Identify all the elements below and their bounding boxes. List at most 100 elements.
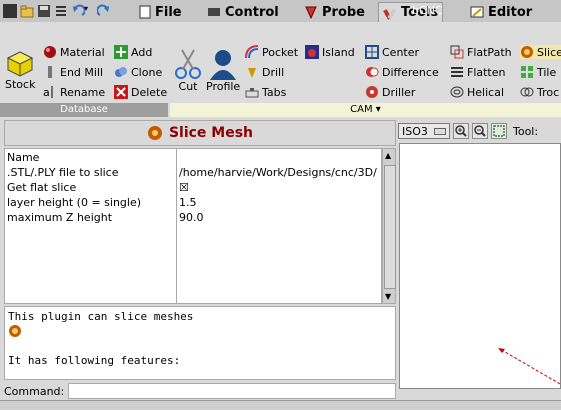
fit-view-button[interactable] [491, 123, 507, 139]
command-input[interactable] [68, 383, 396, 399]
properties-scrollbar[interactable]: ▲ ▼ [382, 148, 396, 304]
delete-icon [114, 85, 128, 99]
driller-icon [366, 86, 378, 98]
file-icon [139, 5, 151, 19]
table-row[interactable]: Get flat slice ☒ [5, 181, 381, 196]
open-folder-icon[interactable] [20, 4, 34, 18]
tab-editor[interactable]: Editor [466, 2, 536, 22]
rename-button[interactable]: a Rename [43, 85, 105, 100]
property-value[interactable]: 90.0 [179, 211, 379, 224]
zoom-in-icon [455, 125, 467, 137]
save-icon[interactable] [37, 4, 51, 18]
profile-label: Profile [206, 80, 241, 93]
redo-icon[interactable] [96, 4, 111, 18]
tab-label: Probe [322, 4, 365, 20]
property-value[interactable]: 1.5 [179, 196, 379, 209]
center-icon [365, 45, 379, 59]
stock-button[interactable]: Stock [5, 48, 35, 91]
property-value[interactable]: /home/harvie/Work/Designs/cnc/3D/ [179, 166, 379, 179]
gcode-canvas[interactable] [399, 143, 561, 389]
add-label: Add [131, 45, 153, 59]
table-row[interactable]: layer height (0 = single) 1.5 [5, 196, 381, 211]
table-row[interactable]: Name [5, 151, 381, 166]
cam-group-label[interactable]: CAM ▾ [170, 103, 561, 117]
stock-icon [7, 51, 34, 77]
pocket-button[interactable]: Pocket [245, 45, 298, 59]
probe-icon [305, 6, 317, 19]
cut-button[interactable]: Cut [174, 48, 202, 93]
clone-button[interactable]: Clone [114, 65, 162, 79]
tools-icon [383, 8, 396, 20]
command-label: Command: [4, 384, 65, 398]
trochoidal-label: Troc [537, 85, 560, 99]
plugin-header: Slice Mesh [4, 120, 396, 146]
driller-button[interactable]: Driller [365, 85, 415, 99]
tab-probe[interactable]: Probe [300, 2, 369, 22]
scroll-down-icon[interactable]: ▼ [385, 292, 391, 301]
flatten-label: Flatten [467, 65, 506, 79]
trochoidal-button[interactable]: Troc [520, 85, 559, 99]
slice-button[interactable]: Slice [520, 45, 561, 59]
scissors-icon [175, 49, 201, 79]
difference-button[interactable]: Difference [365, 65, 439, 79]
plugin-title: Slice Mesh [168, 125, 254, 141]
scroll-thumb[interactable] [384, 165, 396, 289]
end-mill-label: End Mill [60, 65, 104, 79]
profile-button[interactable]: Profile [206, 48, 240, 93]
view-value: ISO3 [402, 124, 428, 138]
description-line: It has following features: [8, 354, 181, 367]
tabs-button[interactable]: Tabs [245, 85, 286, 99]
helical-button[interactable]: Helical [450, 85, 504, 99]
fit-view-icon [493, 125, 505, 137]
end-mill-icon [48, 66, 52, 78]
island-button[interactable]: Island [305, 45, 355, 59]
flatten-button[interactable]: Flatten [450, 65, 506, 79]
add-button[interactable]: Add [114, 45, 152, 59]
flatpath-button[interactable]: FlatPath [450, 45, 512, 59]
end-mill-button[interactable]: End Mill [43, 65, 103, 79]
list-icon[interactable] [54, 4, 68, 18]
delete-button[interactable]: Delete [114, 85, 167, 99]
window-title: bCNC [412, 4, 443, 17]
pocket-label: Pocket [262, 45, 299, 59]
tab-label: Editor [488, 4, 533, 20]
property-checkbox[interactable]: ☒ [179, 181, 379, 194]
ribbon: Stock Material End Mill a Rename Add Clo… [0, 22, 561, 118]
drill-label: Drill [262, 65, 285, 79]
add-icon [114, 45, 128, 59]
table-row[interactable]: maximum Z height 90.0 [5, 211, 381, 226]
zoom-in-button[interactable] [453, 123, 469, 139]
tile-button[interactable]: Tile [520, 65, 556, 79]
clone-icon [115, 67, 127, 77]
table-row[interactable]: .STL/.PLY file to slice /home/harvie/Wor… [5, 166, 381, 181]
slice-icon [147, 126, 162, 140]
island-icon [305, 45, 319, 59]
tab-control[interactable]: Control [203, 2, 283, 22]
scroll-up-icon[interactable]: ▲ [385, 151, 391, 160]
description-line: This plugin can slice meshes [8, 310, 194, 323]
stock-label: Stock [5, 78, 36, 91]
zoom-out-icon [474, 125, 486, 137]
plugin-properties-table: Name .STL/.PLY file to slice /home/harvi… [4, 148, 382, 304]
difference-icon [366, 67, 379, 77]
center-button[interactable]: Center [365, 45, 419, 59]
control-icon [208, 8, 220, 16]
tabs-icon [245, 88, 259, 98]
pocket-icon [245, 45, 259, 59]
undo-dropdown-icon[interactable]: ▾ [84, 4, 98, 18]
drill-button[interactable]: Drill [245, 65, 284, 79]
difference-label: Difference [382, 65, 439, 79]
material-label: Material [60, 45, 105, 59]
clone-label: Clone [131, 65, 163, 79]
slice-icon [9, 325, 21, 337]
tab-file[interactable]: File [135, 2, 186, 22]
material-icon [44, 46, 56, 58]
view-select[interactable]: ISO3 [398, 123, 450, 139]
undo-icon[interactable] [71, 4, 86, 18]
helical-label: Helical [467, 85, 504, 99]
zoom-out-button[interactable] [472, 123, 488, 139]
helical-icon [450, 86, 464, 98]
app-icon [3, 4, 17, 18]
cut-label: Cut [178, 80, 198, 93]
material-button[interactable]: Material [43, 45, 105, 59]
